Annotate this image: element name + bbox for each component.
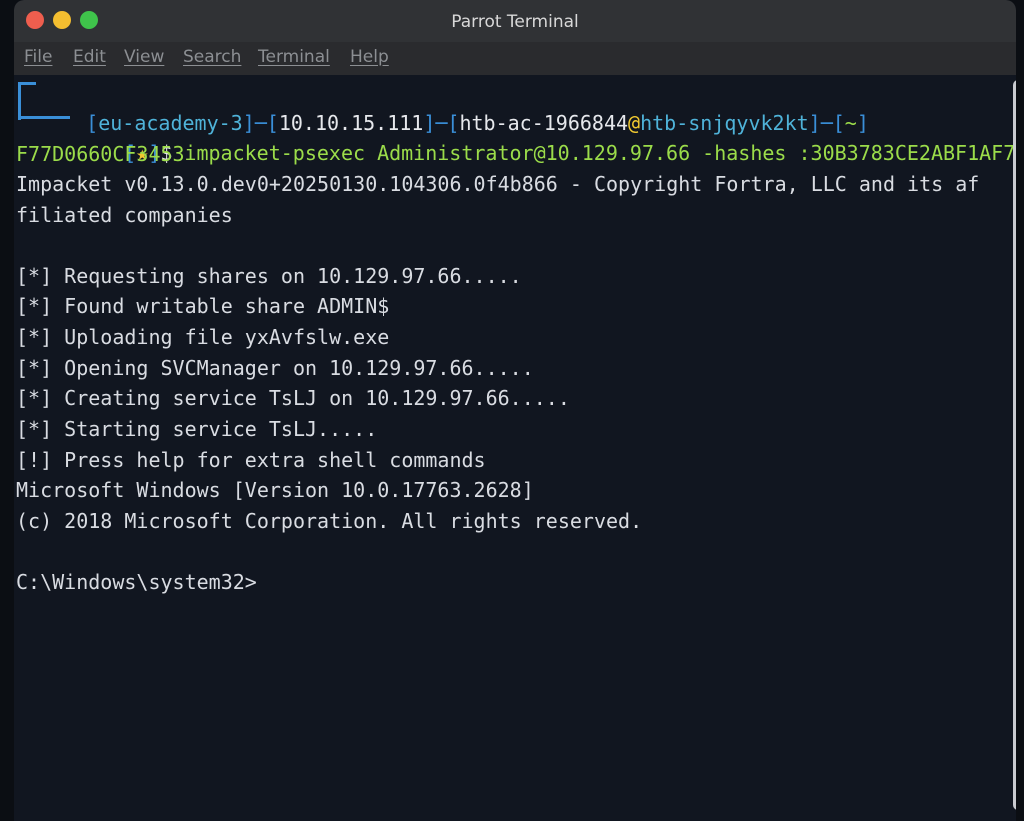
output-line: filiated companies xyxy=(16,203,233,227)
shell-prompt: C:\Windows\system32> xyxy=(16,570,257,594)
output-line: Microsoft Windows [Version 10.0.17763.26… xyxy=(16,478,534,502)
output-line: [*] Requesting shares on 10.129.97.66...… xyxy=(16,264,522,288)
menu-help[interactable]: Help xyxy=(350,47,389,67)
output-line: (c) 2018 Microsoft Corporation. All righ… xyxy=(16,509,643,533)
output-line: [*] Opening SVCManager on 10.129.97.66..… xyxy=(16,356,534,380)
prompt-line-2: [★]$ impacket-psexec Administrator@10.12… xyxy=(76,108,1016,165)
menu-search[interactable]: Search xyxy=(183,47,241,67)
menu-bar: File Edit View Search Terminal Help xyxy=(14,42,1016,75)
prompt-tree-connector xyxy=(18,82,36,120)
command-text-wrap: F77D0660CF3453 xyxy=(16,142,185,166)
title-bar: Parrot Terminal xyxy=(14,0,1016,42)
terminal-window: Parrot Terminal File Edit View Search Te… xyxy=(14,0,1016,821)
command-text: impacket-psexec Administrator@10.129.97.… xyxy=(184,141,1016,165)
output-line: [*] Found writable share ADMIN$ xyxy=(16,294,390,318)
menu-edit[interactable]: Edit xyxy=(73,47,106,67)
window-title: Parrot Terminal xyxy=(451,12,579,32)
output-line: Impacket v0.13.0.dev0+20250130.104306.0f… xyxy=(16,172,980,196)
menu-view[interactable]: View xyxy=(124,47,164,67)
prompt-line-1: [eu-academy-3]─[10.10.15.111]─[htb-ac-19… xyxy=(86,111,869,135)
scrollbar[interactable] xyxy=(1013,80,1016,810)
output-line: [*] Starting service TsLJ..... xyxy=(16,417,378,441)
menu-file[interactable]: File xyxy=(24,47,52,67)
menu-terminal[interactable]: Terminal xyxy=(258,47,330,67)
output-line: [*] Creating service TsLJ on 10.129.97.6… xyxy=(16,386,570,410)
output-line: [!] Press help for extra shell commands xyxy=(16,448,486,472)
output-line: [*] Uploading file yxAvfslw.exe xyxy=(16,325,390,349)
